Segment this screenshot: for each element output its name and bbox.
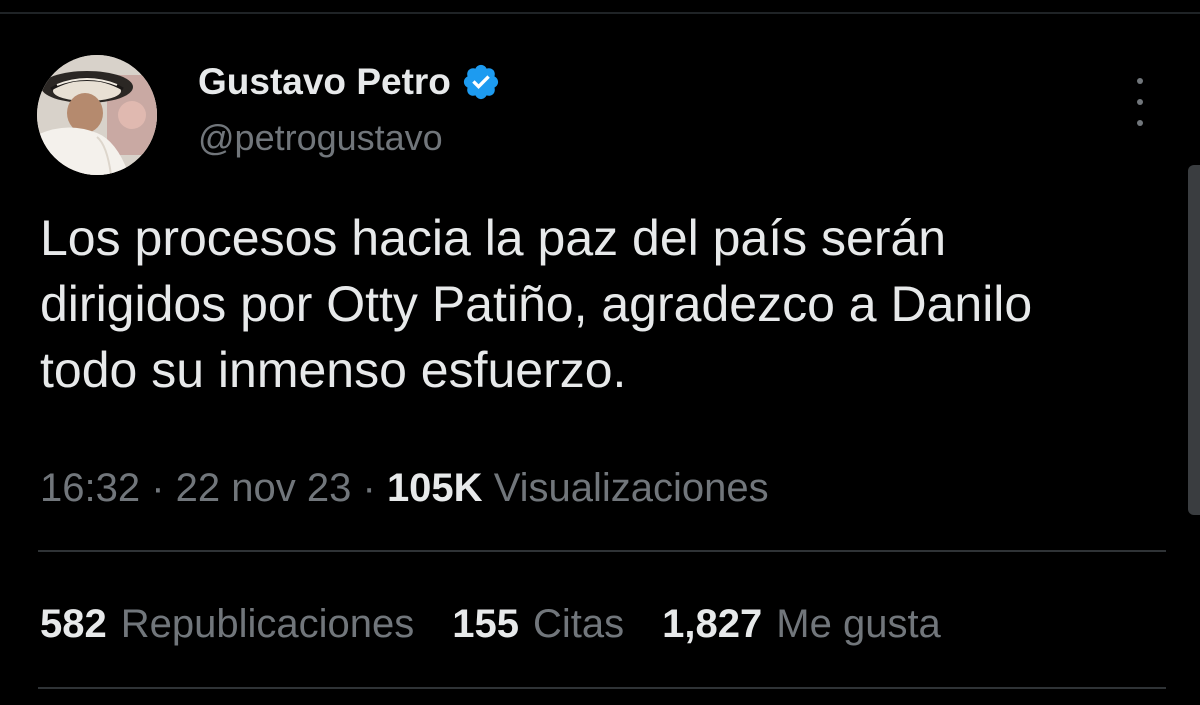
likes-count: 1,827: [662, 602, 763, 646]
reposts-label: Republicaciones: [120, 602, 415, 646]
top-divider: [0, 12, 1200, 14]
tweet-time[interactable]: 16:32: [40, 466, 140, 510]
quotes-stat[interactable]: 155 Citas: [452, 598, 624, 650]
reposts-stat[interactable]: 582 Republicaciones: [40, 598, 414, 650]
quotes-label: Citas: [533, 602, 625, 646]
more-options-icon[interactable]: [1128, 78, 1152, 126]
divider: [38, 550, 1166, 552]
tweet-date[interactable]: 22 nov 23: [176, 466, 352, 510]
avatar-photo: [37, 55, 157, 175]
likes-stat[interactable]: 1,827 Me gusta: [662, 598, 941, 650]
divider: [38, 687, 1166, 689]
author-name-row[interactable]: Gustavo Petro: [198, 60, 501, 104]
scrollbar[interactable]: [1188, 165, 1200, 515]
avatar[interactable]: [37, 55, 157, 175]
tweet-text: Los procesos hacia la paz del país serán…: [40, 210, 1033, 398]
tweet-meta: 16:32 · 22 nov 23 · 105K Visualizaciones: [40, 462, 769, 514]
engagement-stats: 582 Republicaciones 155 Citas 1,827 Me gust…: [40, 598, 979, 650]
meta-separator: ·: [151, 466, 176, 510]
verified-badge-icon[interactable]: [461, 62, 501, 102]
likes-label: Me gusta: [776, 602, 941, 646]
views-label: Visualizaciones: [493, 466, 769, 510]
reposts-count: 582: [40, 602, 107, 646]
author-display-name[interactable]: Gustavo Petro: [198, 60, 451, 104]
quotes-count: 155: [452, 602, 520, 646]
views-count: 105K: [386, 466, 483, 510]
author-handle[interactable]: @petrogustavo: [198, 116, 443, 160]
meta-separator: ·: [362, 466, 387, 510]
